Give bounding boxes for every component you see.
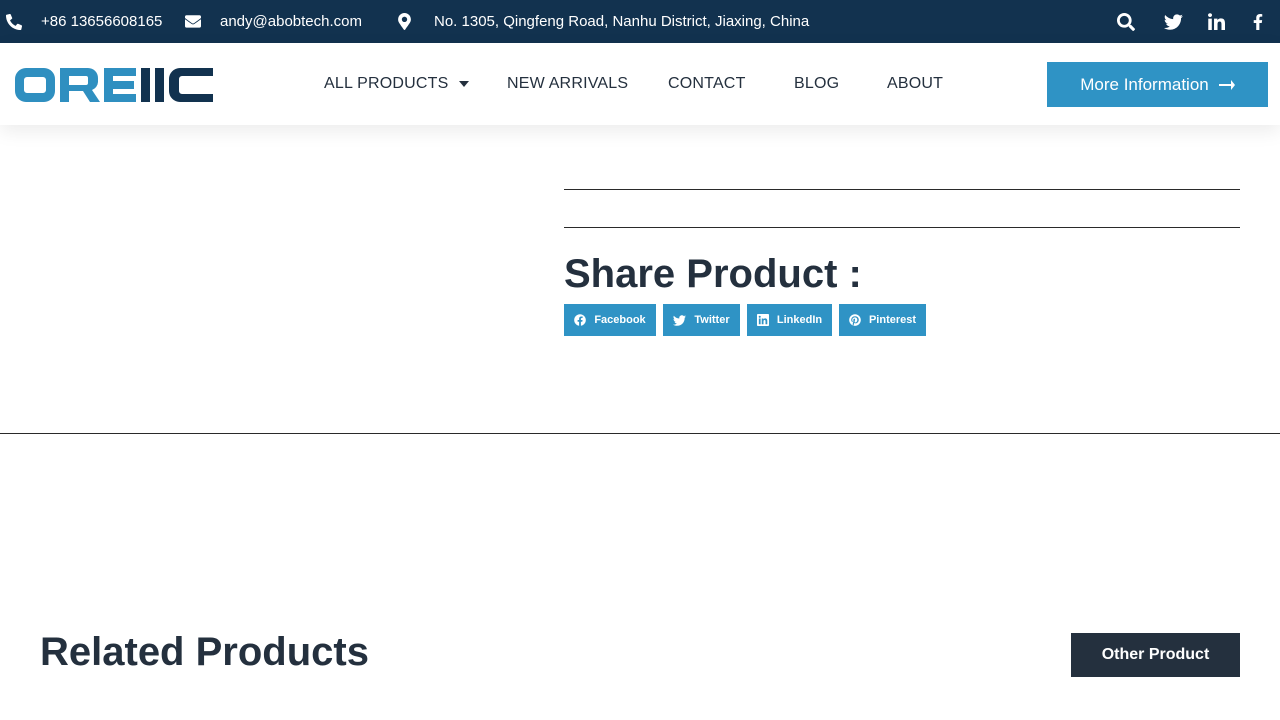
share-pinterest-button[interactable]: Pinterest: [839, 304, 926, 336]
nav-blog[interactable]: BLOG: [794, 43, 839, 125]
main-header: ALL PRODUCTS NEW ARRIVALS CONTACT BLOG A…: [0, 43, 1280, 125]
share-product-heading: Share Product :: [564, 252, 862, 296]
top-info-bar: +86 13656608165 andy@abobtech.com No. 13…: [0, 0, 1280, 43]
facebook-link[interactable]: [1240, 0, 1276, 43]
email-address: andy@abobtech.com: [220, 13, 362, 30]
other-product-label: Other Product: [1101, 646, 1210, 663]
nav-new-arrivals-label: NEW ARRIVALS: [507, 75, 629, 92]
oreiic-logo: [15, 68, 213, 102]
nav-about-label: ABOUT: [887, 75, 944, 92]
share-pinterest-label: Pinterest: [868, 314, 917, 326]
linkedin-icon: [1207, 13, 1225, 30]
search-icon: [1117, 12, 1135, 31]
share-facebook-label: Facebook: [594, 314, 646, 326]
address-link[interactable]: No. 1305, Qingfeng Road, Nanhu District,…: [398, 0, 809, 43]
twitter-link[interactable]: [1153, 0, 1193, 43]
facebook-icon: [574, 314, 587, 326]
twitter-icon: [673, 314, 687, 326]
phone-link[interactable]: +86 13656608165: [6, 0, 162, 43]
caret-down-icon: [458, 81, 469, 87]
section-divider: [0, 433, 1280, 434]
twitter-icon: [1163, 13, 1183, 30]
nav-contact[interactable]: CONTACT: [668, 43, 746, 125]
other-product-button[interactable]: Other Product: [1071, 633, 1240, 677]
nav-blog-label: BLOG: [794, 75, 840, 92]
nav-all-products-label: ALL PRODUCTS: [324, 75, 449, 92]
related-products-heading: Related Products: [40, 630, 369, 674]
nav-all-products[interactable]: ALL PRODUCTS: [324, 43, 469, 125]
facebook-icon: [1253, 13, 1263, 30]
share-twitter-label: Twitter: [694, 314, 730, 326]
share-linkedin-button[interactable]: LinkedIn: [747, 304, 832, 336]
nav-about[interactable]: ABOUT: [887, 43, 943, 125]
address-text: No. 1305, Qingfeng Road, Nanhu District,…: [434, 13, 810, 30]
arrow-right-icon: [1218, 79, 1235, 90]
more-information-button[interactable]: More Information: [1047, 62, 1268, 107]
divider-line: [564, 227, 1240, 228]
email-link[interactable]: andy@abobtech.com: [185, 0, 362, 43]
search-button[interactable]: [1106, 0, 1146, 43]
share-linkedin-label: LinkedIn: [776, 314, 823, 326]
share-facebook-button[interactable]: Facebook: [564, 304, 656, 336]
pinterest-icon: [849, 314, 861, 326]
envelope-icon: [185, 15, 201, 28]
site-logo[interactable]: [14, 67, 214, 103]
phone-number: +86 13656608165: [41, 13, 163, 30]
share-twitter-button[interactable]: Twitter: [663, 304, 740, 336]
linkedin-link[interactable]: [1196, 0, 1236, 43]
nav-contact-label: CONTACT: [668, 75, 746, 92]
map-marker-icon: [398, 13, 411, 30]
phone-icon: [6, 13, 22, 30]
linkedin-icon: [756, 314, 769, 326]
divider-line: [564, 189, 1240, 190]
more-information-label: More Information: [1080, 74, 1209, 94]
nav-new-arrivals[interactable]: NEW ARRIVALS: [507, 43, 628, 125]
